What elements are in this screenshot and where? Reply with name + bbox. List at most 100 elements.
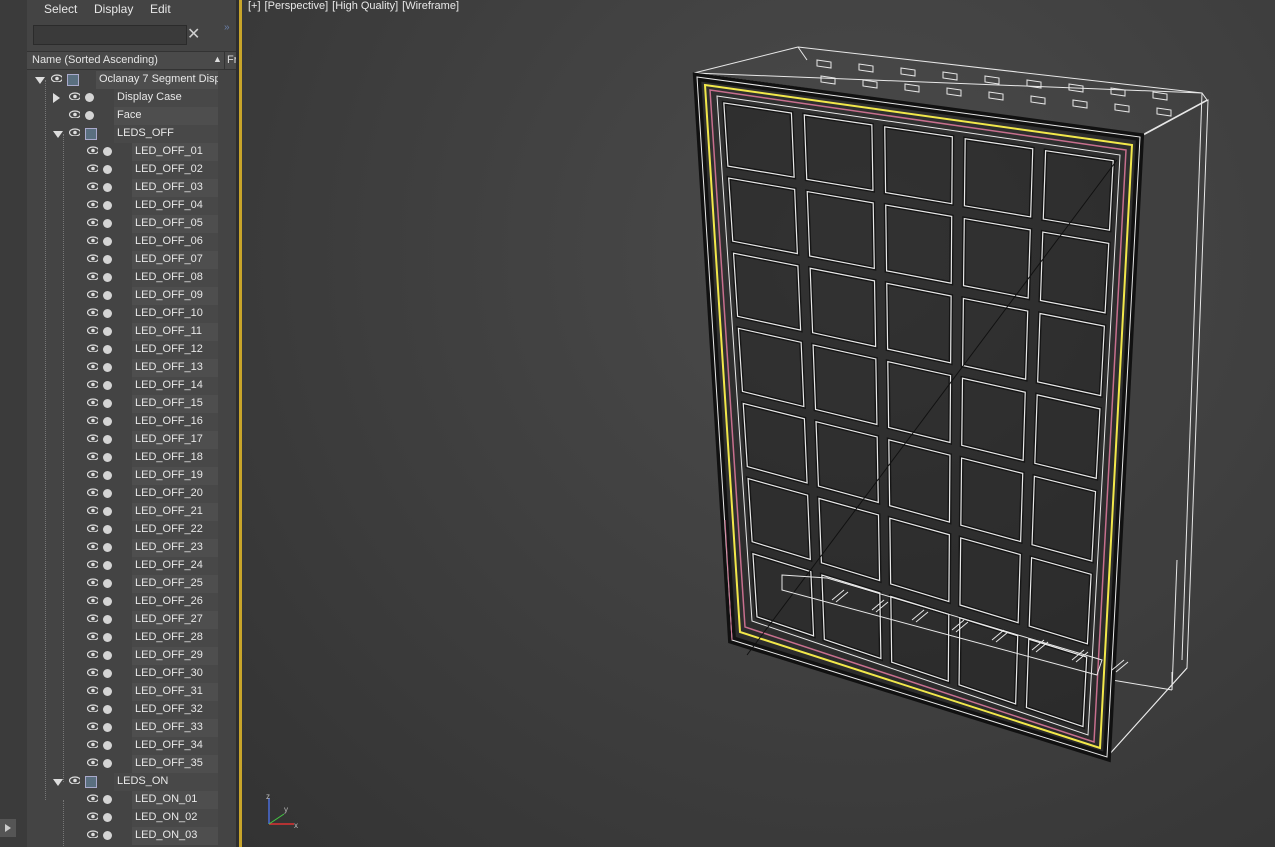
tree-row[interactable]: LED_ON_02 — [27, 809, 218, 827]
tree-row[interactable]: LED_OFF_33 — [27, 719, 218, 737]
object-icon[interactable] — [103, 327, 112, 336]
object-icon[interactable] — [103, 183, 112, 192]
tree-row[interactable]: LED_OFF_20 — [27, 485, 218, 503]
object-icon[interactable] — [103, 813, 112, 822]
object-icon[interactable] — [103, 633, 112, 642]
menu-edit[interactable]: Edit — [150, 2, 171, 16]
tree-row[interactable]: LED_OFF_12 — [27, 341, 218, 359]
visibility-eye-icon[interactable] — [87, 182, 98, 190]
column-separator[interactable] — [224, 52, 225, 69]
object-icon[interactable] — [103, 165, 112, 174]
viewport-point-of-view[interactable]: [Perspective] — [265, 0, 329, 12]
object-icon[interactable] — [103, 471, 112, 480]
object-icon[interactable] — [103, 363, 112, 372]
object-icon[interactable] — [103, 507, 112, 516]
visibility-eye-icon[interactable] — [87, 794, 98, 802]
tree-row[interactable]: LED_OFF_16 — [27, 413, 218, 431]
tree-row[interactable]: Oclanay 7 Segment Display — [27, 71, 218, 89]
collapse-arrow-icon[interactable] — [53, 131, 63, 138]
layer-icon[interactable] — [85, 128, 97, 140]
tree-row[interactable]: LED_OFF_09 — [27, 287, 218, 305]
visibility-eye-icon[interactable] — [87, 146, 98, 154]
visibility-eye-icon[interactable] — [87, 434, 98, 442]
object-icon[interactable] — [85, 111, 94, 120]
clear-search-icon[interactable]: ✕ — [187, 24, 200, 44]
visibility-eye-icon[interactable] — [87, 272, 98, 280]
collapse-arrow-icon[interactable] — [35, 77, 45, 84]
tree-row[interactable]: LED_OFF_32 — [27, 701, 218, 719]
object-icon[interactable] — [85, 93, 94, 102]
tree-row[interactable]: LED_OFF_01 — [27, 143, 218, 161]
viewport-menu-plus[interactable]: [+] — [248, 0, 261, 12]
object-icon[interactable] — [103, 417, 112, 426]
visibility-eye-icon[interactable] — [87, 470, 98, 478]
visibility-eye-icon[interactable] — [87, 218, 98, 226]
visibility-eye-icon[interactable] — [87, 560, 98, 568]
tree-row[interactable]: LED_OFF_17 — [27, 431, 218, 449]
object-icon[interactable] — [103, 543, 112, 552]
expand-panel-icon[interactable] — [0, 819, 16, 837]
object-icon[interactable] — [103, 237, 112, 246]
object-icon[interactable] — [103, 147, 112, 156]
visibility-eye-icon[interactable] — [87, 632, 98, 640]
tree-row[interactable]: LED_OFF_25 — [27, 575, 218, 593]
object-icon[interactable] — [103, 435, 112, 444]
visibility-eye-icon[interactable] — [87, 488, 98, 496]
tree-row[interactable]: LED_OFF_29 — [27, 647, 218, 665]
visibility-eye-icon[interactable] — [87, 398, 98, 406]
object-icon[interactable] — [103, 399, 112, 408]
tree-row[interactable]: LED_OFF_02 — [27, 161, 218, 179]
menu-display[interactable]: Display — [94, 2, 133, 16]
visibility-eye-icon[interactable] — [87, 578, 98, 586]
more-options-icon[interactable]: » — [224, 22, 230, 33]
visibility-eye-icon[interactable] — [87, 722, 98, 730]
tree-row[interactable]: LED_OFF_03 — [27, 179, 218, 197]
tree-row[interactable]: LED_OFF_24 — [27, 557, 218, 575]
visibility-eye-icon[interactable] — [87, 506, 98, 514]
object-icon[interactable] — [103, 759, 112, 768]
object-icon[interactable] — [103, 795, 112, 804]
visibility-eye-icon[interactable] — [69, 110, 80, 118]
tree-row[interactable]: LED_OFF_21 — [27, 503, 218, 521]
object-icon[interactable] — [103, 273, 112, 282]
object-icon[interactable] — [103, 651, 112, 660]
object-icon[interactable] — [103, 219, 112, 228]
visibility-eye-icon[interactable] — [87, 650, 98, 658]
object-icon[interactable] — [103, 723, 112, 732]
visibility-eye-icon[interactable] — [87, 362, 98, 370]
object-icon[interactable] — [103, 201, 112, 210]
visibility-eye-icon[interactable] — [69, 776, 80, 784]
layer-icon[interactable] — [85, 776, 97, 788]
object-icon[interactable] — [103, 291, 112, 300]
object-icon[interactable] — [103, 345, 112, 354]
visibility-eye-icon[interactable] — [87, 614, 98, 622]
object-icon[interactable] — [103, 831, 112, 840]
visibility-eye-icon[interactable] — [87, 668, 98, 676]
tree-row[interactable]: LED_OFF_11 — [27, 323, 218, 341]
name-column-header[interactable]: Name (Sorted Ascending) — [32, 54, 158, 66]
tree-row[interactable]: LED_OFF_19 — [27, 467, 218, 485]
perspective-viewport[interactable]: [+] [Perspective] [High Quality] [Wireframe… — [242, 0, 1275, 847]
tree-row[interactable]: LED_OFF_28 — [27, 629, 218, 647]
tree-row[interactable]: LEDS_ON — [27, 773, 218, 791]
visibility-eye-icon[interactable] — [87, 830, 98, 838]
expand-arrow-icon[interactable] — [53, 93, 60, 103]
tree-row[interactable]: LED_OFF_13 — [27, 359, 218, 377]
object-icon[interactable] — [103, 453, 112, 462]
object-icon[interactable] — [103, 687, 112, 696]
object-icon[interactable] — [103, 741, 112, 750]
viewport-shading-quality[interactable]: [High Quality] — [332, 0, 398, 12]
search-input[interactable] — [33, 25, 187, 45]
visibility-eye-icon[interactable] — [87, 380, 98, 388]
visibility-eye-icon[interactable] — [87, 704, 98, 712]
object-icon[interactable] — [103, 309, 112, 318]
tree-row[interactable]: LED_OFF_23 — [27, 539, 218, 557]
tree-row[interactable]: LED_OFF_10 — [27, 305, 218, 323]
visibility-eye-icon[interactable] — [87, 200, 98, 208]
tree-row[interactable]: LED_OFF_22 — [27, 521, 218, 539]
object-icon[interactable] — [103, 615, 112, 624]
tree-row[interactable]: Face — [27, 107, 218, 125]
object-icon[interactable] — [103, 669, 112, 678]
layer-icon[interactable] — [67, 74, 79, 86]
visibility-eye-icon[interactable] — [87, 812, 98, 820]
